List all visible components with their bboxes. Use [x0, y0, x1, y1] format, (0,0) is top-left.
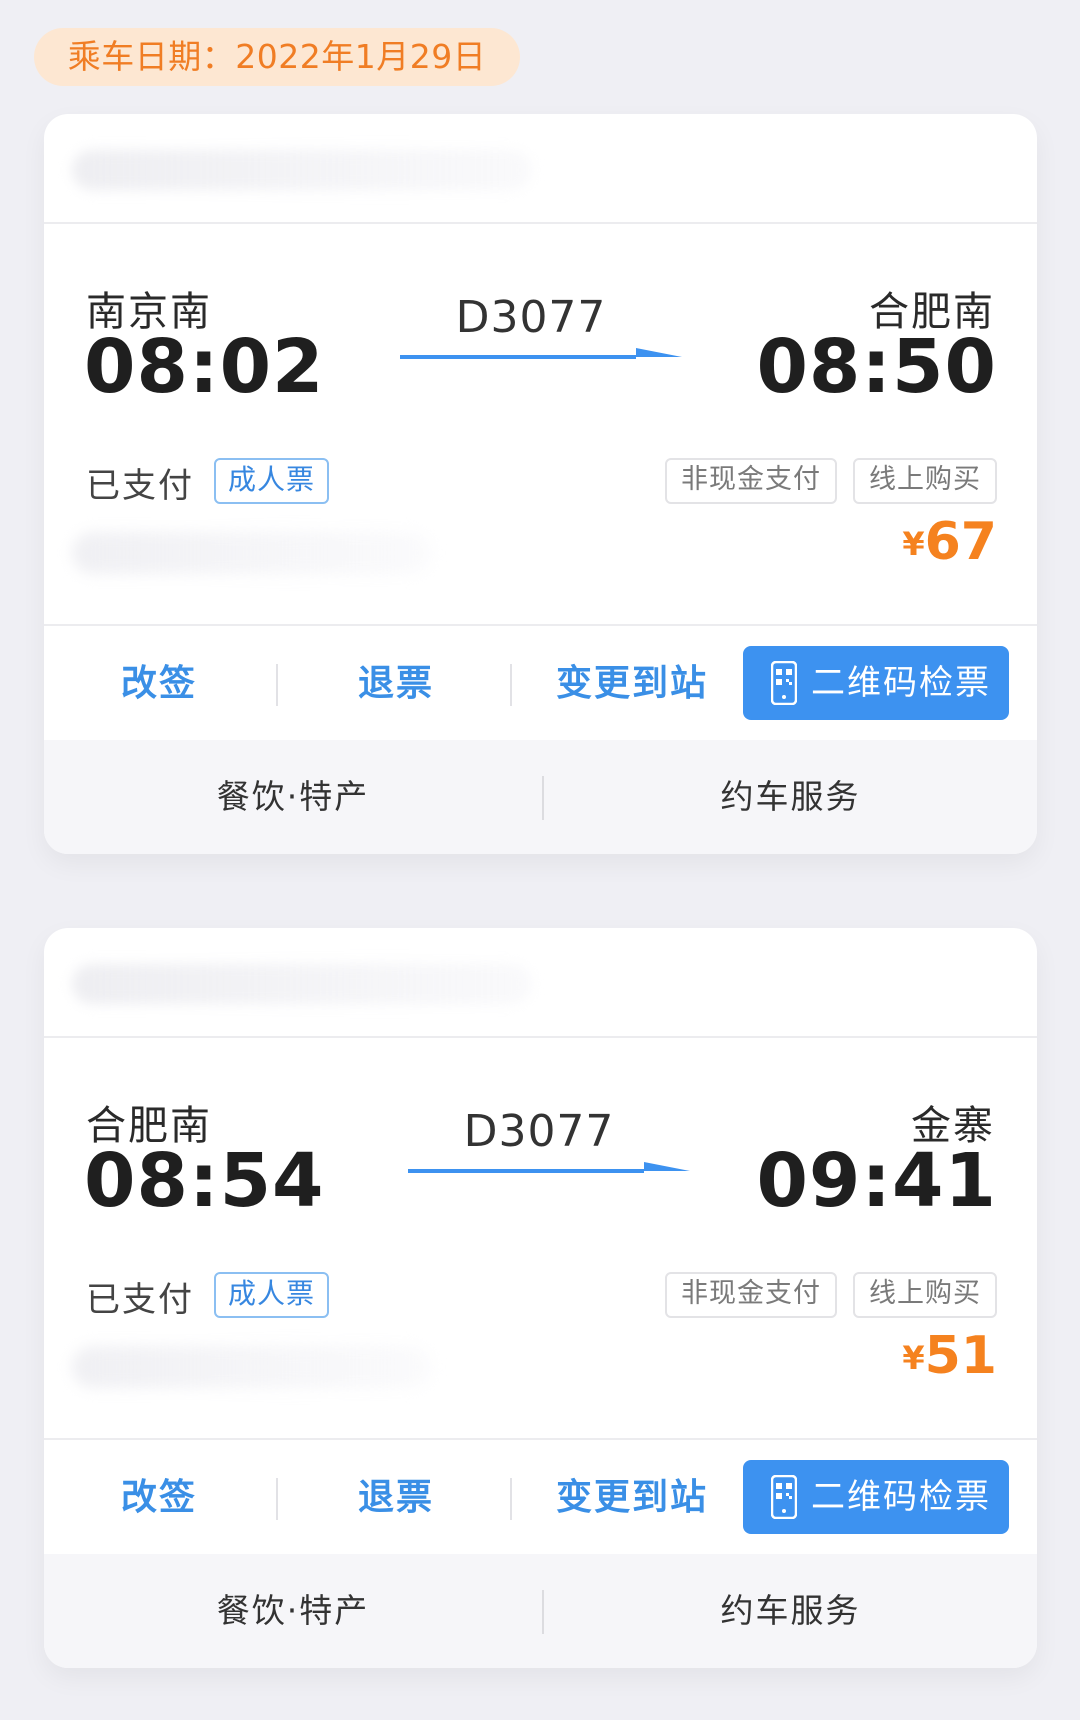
- car-booking-link[interactable]: 约车服务: [544, 1554, 1037, 1668]
- redacted-passenger-info: [72, 532, 432, 574]
- tag-online-purchase: 线上购买: [853, 458, 997, 504]
- departure-time: 08:02: [84, 324, 325, 410]
- price-amount: 51: [924, 1326, 997, 1386]
- travel-date-badge: 乘车日期：2022年1月29日: [34, 28, 520, 86]
- redacted-info: [72, 150, 532, 190]
- ticket-actions: 改签 退票 变更到站 二维码检票: [44, 1438, 1037, 1556]
- phone-qr-icon: [771, 1475, 797, 1519]
- train-number: D3077: [463, 1106, 615, 1157]
- ticket-card-header: [44, 928, 1037, 1038]
- arrival-time: 08:50: [756, 324, 997, 410]
- right-arrow-icon: [400, 348, 682, 359]
- currency-symbol: ¥: [902, 1339, 925, 1377]
- ticket-price: ¥51: [902, 1326, 997, 1386]
- qr-check-in-button[interactable]: 二维码检票: [743, 1460, 1009, 1534]
- divider: [510, 1478, 512, 1520]
- price-amount: 67: [924, 512, 997, 572]
- qr-check-in-label: 二维码检票: [811, 663, 991, 703]
- ticket-price: ¥67: [902, 512, 997, 572]
- departure-time: 08:54: [84, 1138, 325, 1224]
- arrival-time: 09:41: [756, 1138, 997, 1224]
- travel-date-value: 2022年1月29日: [235, 37, 487, 76]
- payment-status: 已支付: [86, 466, 194, 506]
- ticket-type-badge: 成人票: [214, 1272, 330, 1318]
- redacted-passenger-info: [72, 1346, 432, 1388]
- qr-check-in-button[interactable]: 二维码检票: [743, 646, 1009, 720]
- refund-button[interactable]: 退票: [278, 1440, 514, 1556]
- right-arrow-icon: [408, 1162, 690, 1173]
- extra-services: 餐饮·特产 约车服务: [44, 740, 1037, 854]
- car-booking-link[interactable]: 约车服务: [544, 740, 1037, 854]
- food-specialty-link[interactable]: 餐饮·特产: [44, 740, 542, 854]
- change-destination-button[interactable]: 变更到站: [514, 1440, 750, 1556]
- payment-status: 已支付: [86, 1280, 194, 1320]
- refund-button[interactable]: 退票: [278, 626, 514, 742]
- change-destination-button[interactable]: 变更到站: [514, 626, 750, 742]
- ticket-card[interactable]: 南京南 08:02 D3077 合肥南 08:50 已支付 成人票 非现金支付 …: [44, 114, 1037, 854]
- travel-date-label: 乘车日期：: [67, 37, 236, 76]
- train-number: D3077: [455, 292, 607, 343]
- tag-online-purchase: 线上购买: [853, 1272, 997, 1318]
- ticket-card[interactable]: 合肥南 08:54 D3077 金寨 09:41 已支付 成人票 非现金支付 线…: [44, 928, 1037, 1668]
- change-ticket-button[interactable]: 改签: [44, 626, 274, 742]
- phone-qr-icon: [771, 661, 797, 705]
- food-specialty-link[interactable]: 餐饮·特产: [44, 1554, 542, 1668]
- ticket-actions: 改签 退票 变更到站 二维码检票: [44, 624, 1037, 742]
- ticket-type-badge: 成人票: [214, 458, 330, 504]
- tag-noncash-payment: 非现金支付: [665, 458, 837, 504]
- ticket-card-header: [44, 114, 1037, 224]
- currency-symbol: ¥: [902, 525, 925, 563]
- redacted-info: [72, 964, 532, 1004]
- change-ticket-button[interactable]: 改签: [44, 1440, 274, 1556]
- extra-services: 餐饮·特产 约车服务: [44, 1554, 1037, 1668]
- divider: [510, 664, 512, 706]
- tag-noncash-payment: 非现金支付: [665, 1272, 837, 1318]
- qr-check-in-label: 二维码检票: [811, 1477, 991, 1517]
